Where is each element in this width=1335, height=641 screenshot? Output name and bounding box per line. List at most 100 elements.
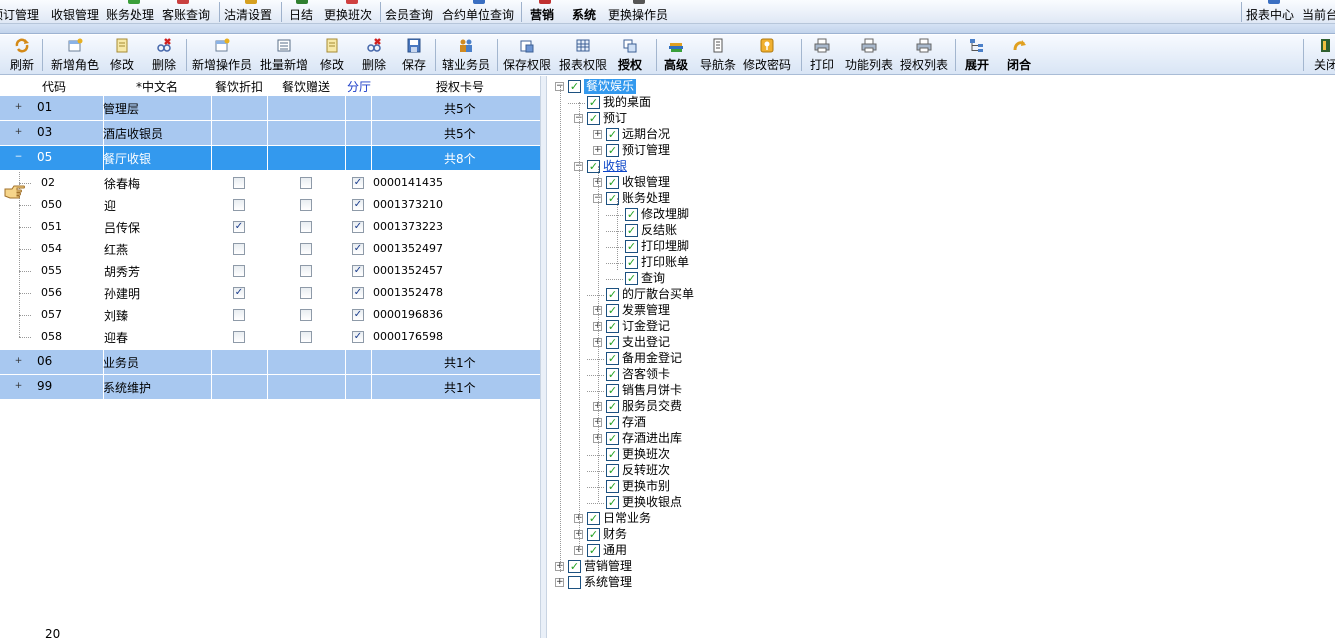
tree-node-label[interactable]: 咨客领卡 [622, 367, 670, 382]
hall-checkbox[interactable]: ✓ [352, 243, 364, 255]
tree-node-label[interactable]: 发票管理 [622, 303, 670, 318]
gift-checkbox[interactable] [300, 243, 312, 255]
menu-cashier[interactable]: 收银管理 [51, 6, 99, 23]
permission-checkbox[interactable] [568, 576, 581, 589]
discount-checkbox[interactable] [233, 243, 245, 255]
hall-checkbox[interactable]: ✓ [352, 265, 364, 277]
permission-checkbox[interactable]: ✓ [568, 560, 581, 573]
discount-checkbox[interactable]: ✓ [233, 221, 245, 233]
table-row[interactable]: 02 徐春梅 ✓ 0000141435 [0, 172, 540, 194]
pane-splitter[interactable] [540, 76, 547, 638]
tree-node-label[interactable]: 系统管理 [584, 575, 632, 590]
hall-checkbox[interactable]: ✓ [352, 221, 364, 233]
tree-node-label[interactable]: 支出登记 [622, 335, 670, 350]
tree-node-label[interactable]: 我的桌面 [603, 95, 651, 110]
permission-checkbox[interactable]: ✓ [587, 96, 600, 109]
menu-soldout[interactable]: 沽清设置 [224, 6, 272, 23]
refresh-button[interactable]: 刷新 [9, 38, 35, 73]
gift-checkbox[interactable] [300, 309, 312, 321]
expand-all-button[interactable]: 展开 [963, 38, 991, 73]
permission-checkbox[interactable]: ✓ [625, 272, 638, 285]
delete-operator-button[interactable]: 删除 [360, 38, 388, 73]
expand-plus-icon[interactable]: + [14, 382, 23, 391]
advanced-button[interactable]: 高级 [662, 38, 690, 73]
header-hall[interactable]: 分厅 [347, 78, 371, 95]
permission-checkbox[interactable]: ✓ [568, 80, 581, 93]
permission-checkbox[interactable]: ✓ [606, 432, 619, 445]
tree-node-label[interactable]: 财务 [603, 527, 627, 542]
table-row[interactable]: 058 迎春 ✓ 0000176598 [0, 326, 540, 348]
gift-checkbox[interactable] [300, 177, 312, 189]
report-permission-button[interactable]: 报表权限 [558, 38, 608, 73]
add-role-button[interactable]: 新增角色 [50, 38, 100, 73]
hall-checkbox[interactable]: ✓ [352, 177, 364, 189]
permission-checkbox[interactable]: ✓ [606, 464, 619, 477]
expand-plus-icon[interactable]: + [593, 130, 602, 139]
hall-checkbox[interactable]: ✓ [352, 199, 364, 211]
table-row[interactable]: 057 刘臻 ✓ 0000196836 [0, 304, 540, 326]
navigation-bar-button[interactable]: 导航条 [699, 38, 737, 73]
tree-node-label[interactable]: 存酒 [622, 415, 646, 430]
collapse-all-button[interactable]: 闭合 [1005, 38, 1033, 73]
expand-plus-icon[interactable]: + [593, 146, 602, 155]
group-row[interactable]: +01 管理层 共5个 [0, 96, 540, 120]
tree-node-label[interactable]: 远期台况 [622, 127, 670, 142]
header-code[interactable]: 代码 [42, 78, 66, 95]
gift-checkbox[interactable] [300, 287, 312, 299]
permission-checkbox[interactable]: ✓ [587, 544, 600, 557]
collapse-minus-icon[interactable]: − [14, 153, 23, 162]
hall-checkbox[interactable]: ✓ [352, 331, 364, 343]
save-permission-button[interactable]: 保存权限 [502, 38, 552, 73]
tree-node-label[interactable]: 修改埋脚 [641, 207, 689, 222]
permission-checkbox[interactable]: ✓ [606, 496, 619, 509]
authorization-list-button[interactable]: 授权列表 [899, 38, 949, 73]
permission-checkbox[interactable]: ✓ [606, 336, 619, 349]
tree-node-label[interactable]: 更换市别 [622, 479, 670, 494]
permission-checkbox[interactable]: ✓ [606, 400, 619, 413]
tree-node-label[interactable]: 预订管理 [622, 143, 670, 158]
permission-checkbox[interactable]: ✓ [625, 240, 638, 253]
hall-checkbox[interactable]: ✓ [352, 287, 364, 299]
add-operator-button[interactable]: 新增操作员 [191, 38, 253, 73]
tree-node-label[interactable]: 账务处理 [622, 191, 670, 206]
gift-checkbox[interactable] [300, 331, 312, 343]
discount-checkbox[interactable] [233, 309, 245, 321]
expand-plus-icon[interactable]: + [14, 128, 23, 137]
header-name[interactable]: *中文名 [136, 78, 178, 95]
tree-node-label[interactable]: 销售月饼卡 [622, 383, 682, 398]
menu-accounts[interactable]: 账务处理 [106, 6, 154, 23]
function-list-button[interactable]: 功能列表 [844, 38, 894, 73]
discount-checkbox[interactable] [233, 199, 245, 211]
menu-member-query[interactable]: 会员查询 [385, 6, 433, 23]
permission-checkbox[interactable]: ✓ [606, 384, 619, 397]
tree-node-label[interactable]: 的厅散台买单 [622, 287, 694, 302]
gift-checkbox[interactable] [300, 265, 312, 277]
discount-checkbox[interactable] [233, 265, 245, 277]
permission-checkbox[interactable]: ✓ [587, 528, 600, 541]
tree-node-label[interactable]: 更换收银点 [622, 495, 682, 510]
tree-node-label[interactable]: 备用金登记 [622, 351, 682, 366]
delete-role-button[interactable]: 删除 [150, 38, 178, 73]
menu-change-operator[interactable]: 更换操作员 [608, 6, 668, 23]
tree-node-label[interactable]: 存酒进出库 [622, 431, 682, 446]
tree-node-label[interactable]: 打印埋脚 [641, 239, 689, 254]
menu-reservation[interactable]: 预订管理 [0, 6, 39, 23]
batch-add-button[interactable]: 批量新增 [258, 38, 310, 73]
menu-change-shift[interactable]: 更换班次 [324, 6, 372, 23]
tree-node-label[interactable]: 订金登记 [622, 319, 670, 334]
table-row[interactable]: 050 迎 ✓ 0001373210 [0, 194, 540, 216]
group-row[interactable]: − 05 餐厅收银 共8个 [0, 146, 540, 170]
table-row[interactable]: 056 孙建明 ✓ ✓ 0001352478 [0, 282, 540, 304]
tree-node-label[interactable]: 收银管理 [622, 175, 670, 190]
change-password-button[interactable]: 修改密码 [742, 38, 792, 73]
menu-system[interactable]: 系统 [572, 6, 596, 23]
permission-checkbox[interactable]: ✓ [606, 352, 619, 365]
tree-node-label[interactable]: 收银 [603, 159, 627, 174]
group-row[interactable]: +03 酒店收银员 共5个 [0, 121, 540, 145]
tree-node-label[interactable]: 预订 [603, 111, 627, 126]
permission-checkbox[interactable]: ✓ [606, 304, 619, 317]
permission-checkbox[interactable]: ✓ [606, 416, 619, 429]
edit-role-button[interactable]: 修改 [108, 38, 136, 73]
header-card[interactable]: 授权卡号 [436, 78, 484, 95]
expand-plus-icon[interactable]: + [555, 578, 564, 587]
